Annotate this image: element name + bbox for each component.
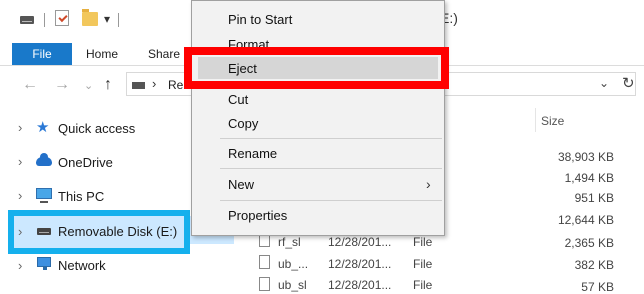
eject-highlight-box bbox=[184, 47, 449, 89]
forward-arrow-icon[interactable]: → bbox=[54, 76, 70, 94]
file-type: File bbox=[413, 235, 433, 249]
address-dropdown-icon[interactable]: ⌄ bbox=[599, 76, 609, 90]
toolbar-separator bbox=[118, 13, 119, 27]
address-drive-icon bbox=[132, 82, 145, 89]
column-header-size[interactable]: Size bbox=[541, 114, 564, 128]
sidebar-item-label: This PC bbox=[58, 189, 105, 204]
expand-chevron-icon[interactable]: › bbox=[18, 258, 22, 273]
expand-chevron-icon[interactable]: › bbox=[18, 188, 22, 203]
column-divider[interactable] bbox=[535, 108, 536, 132]
file-type: File bbox=[413, 278, 433, 292]
menu-item-properties[interactable]: Properties bbox=[228, 208, 287, 223]
menu-separator bbox=[220, 168, 442, 169]
sidebar-item-quick-access[interactable]: › ★ Quick access bbox=[0, 110, 200, 144]
new-folder-icon[interactable] bbox=[82, 9, 98, 26]
properties-icon[interactable] bbox=[55, 10, 69, 26]
file-size: 38,903 KB bbox=[557, 150, 614, 164]
drive-icon bbox=[37, 228, 51, 235]
menu-item-pin-to-start[interactable]: Pin to Start bbox=[228, 12, 292, 27]
drive-icon bbox=[20, 16, 34, 24]
table-row[interactable]: ub_... 12/28/201... File bbox=[255, 254, 635, 274]
tab-share[interactable]: Share bbox=[148, 43, 180, 65]
file-size: 12,644 KB bbox=[557, 213, 614, 227]
file-icon bbox=[259, 277, 270, 291]
sidebar-item-label: Quick access bbox=[58, 121, 136, 136]
file-size: 951 KB bbox=[574, 191, 614, 205]
file-date: 12/28/201... bbox=[328, 257, 392, 271]
table-row[interactable]: ub_sl 12/28/201... File bbox=[255, 276, 635, 292]
breadcrumb-chevron-icon[interactable]: › bbox=[152, 76, 156, 91]
submenu-chevron-icon: › bbox=[426, 176, 431, 192]
expand-chevron-icon[interactable]: › bbox=[18, 224, 22, 239]
computer-icon bbox=[36, 188, 52, 203]
menu-item-copy[interactable]: Copy bbox=[228, 116, 258, 131]
cloud-icon bbox=[36, 153, 52, 166]
menu-item-cut[interactable]: Cut bbox=[228, 92, 248, 107]
file-icon bbox=[259, 255, 270, 269]
refresh-icon[interactable]: ↻ bbox=[622, 74, 635, 92]
tab-home[interactable]: Home bbox=[86, 43, 118, 65]
file-date: 12/28/201... bbox=[328, 278, 392, 292]
menu-separator bbox=[220, 138, 442, 139]
sidebar-item-label: Network bbox=[58, 258, 106, 273]
menu-item-format[interactable]: Format bbox=[228, 37, 269, 47]
sidebar-item-removable-disk[interactable]: › Removable Disk (E:) bbox=[0, 214, 200, 248]
menu-item-rename[interactable]: Rename bbox=[228, 146, 277, 161]
back-arrow-icon[interactable]: ← bbox=[22, 76, 38, 94]
toolbar-separator bbox=[44, 13, 45, 27]
breadcrumb-text[interactable]: Re bbox=[168, 78, 183, 92]
sidebar-item-onedrive[interactable]: › OneDrive bbox=[0, 144, 200, 178]
up-arrow-icon[interactable]: ↑ bbox=[104, 76, 112, 94]
expand-chevron-icon[interactable]: › bbox=[18, 120, 22, 135]
file-name: rf_sl bbox=[278, 235, 301, 249]
file-name: ub_sl bbox=[278, 278, 307, 292]
network-icon bbox=[37, 257, 51, 270]
recent-locations-chevron-icon[interactable]: ⌄ bbox=[84, 79, 93, 92]
file-date: 12/28/201... bbox=[328, 235, 392, 249]
expand-chevron-icon[interactable]: › bbox=[18, 154, 22, 169]
tab-file[interactable]: File bbox=[12, 43, 72, 65]
menu-separator bbox=[220, 200, 442, 201]
menu-item-new[interactable]: New bbox=[228, 177, 254, 192]
sidebar-item-network[interactable]: › Network bbox=[0, 248, 200, 282]
sidebar-item-label: Removable Disk (E:) bbox=[58, 224, 178, 239]
customize-toolbar-dropdown-icon[interactable]: ▾ bbox=[104, 12, 110, 26]
file-size: 1,494 KB bbox=[564, 171, 614, 185]
sidebar-item-label: OneDrive bbox=[58, 155, 113, 170]
star-icon: ★ bbox=[36, 119, 50, 136]
file-type: File bbox=[413, 257, 433, 271]
sidebar-item-this-pc[interactable]: › This PC bbox=[0, 178, 200, 212]
file-name: ub_... bbox=[278, 257, 309, 271]
